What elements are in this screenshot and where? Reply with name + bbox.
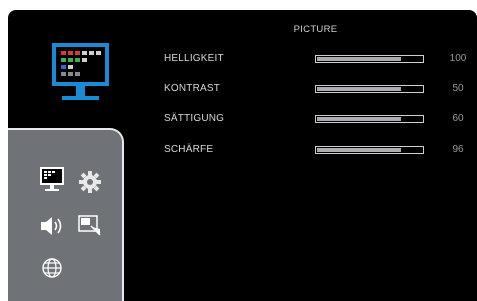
- setting-label: HELLIGKEIT: [164, 53, 224, 64]
- setting-row[interactable]: SÄTTIGUNG 60: [8, 112, 477, 126]
- setting-row[interactable]: SCHÄRFE 96: [8, 143, 477, 157]
- sidebar-item-audio[interactable]: [38, 212, 66, 240]
- resize-window-icon: [78, 215, 101, 236]
- osd-window: PICTURE HELLIGKEIT 100 KONTRAST 50 SÄTTIGUNG…: [8, 10, 477, 301]
- page-title: PICTURE: [293, 24, 338, 35]
- setting-slider-fill: [317, 148, 401, 152]
- setting-value: 100: [449, 53, 467, 64]
- sidebar-item-picture[interactable]: [38, 166, 66, 194]
- speaker-icon: [41, 217, 62, 235]
- setting-value: 96: [452, 144, 464, 155]
- sidebar-item-settings[interactable]: [76, 168, 104, 196]
- setting-slider-fill: [317, 87, 401, 91]
- setting-slider[interactable]: [315, 115, 424, 123]
- setting-label: SÄTTIGUNG: [164, 113, 225, 124]
- globe-icon: [42, 258, 62, 278]
- setting-slider[interactable]: [315, 146, 424, 154]
- gear-icon: [79, 171, 101, 193]
- setting-slider[interactable]: [315, 85, 424, 93]
- setting-slider[interactable]: [315, 55, 424, 63]
- setting-row[interactable]: HELLIGKEIT 100: [8, 52, 477, 66]
- setting-slider-fill: [317, 117, 401, 121]
- setting-value: 60: [452, 113, 464, 124]
- setting-value: 50: [452, 83, 464, 94]
- sidebar-item-display[interactable]: [76, 212, 104, 240]
- picture-icon: [40, 167, 64, 191]
- setting-label: KONTRAST: [164, 83, 221, 94]
- sidebar-item-language[interactable]: [38, 254, 66, 282]
- setting-slider-fill: [317, 57, 401, 61]
- setting-label: SCHÄRFE: [164, 144, 214, 155]
- setting-row[interactable]: KONTRAST 50: [8, 82, 477, 96]
